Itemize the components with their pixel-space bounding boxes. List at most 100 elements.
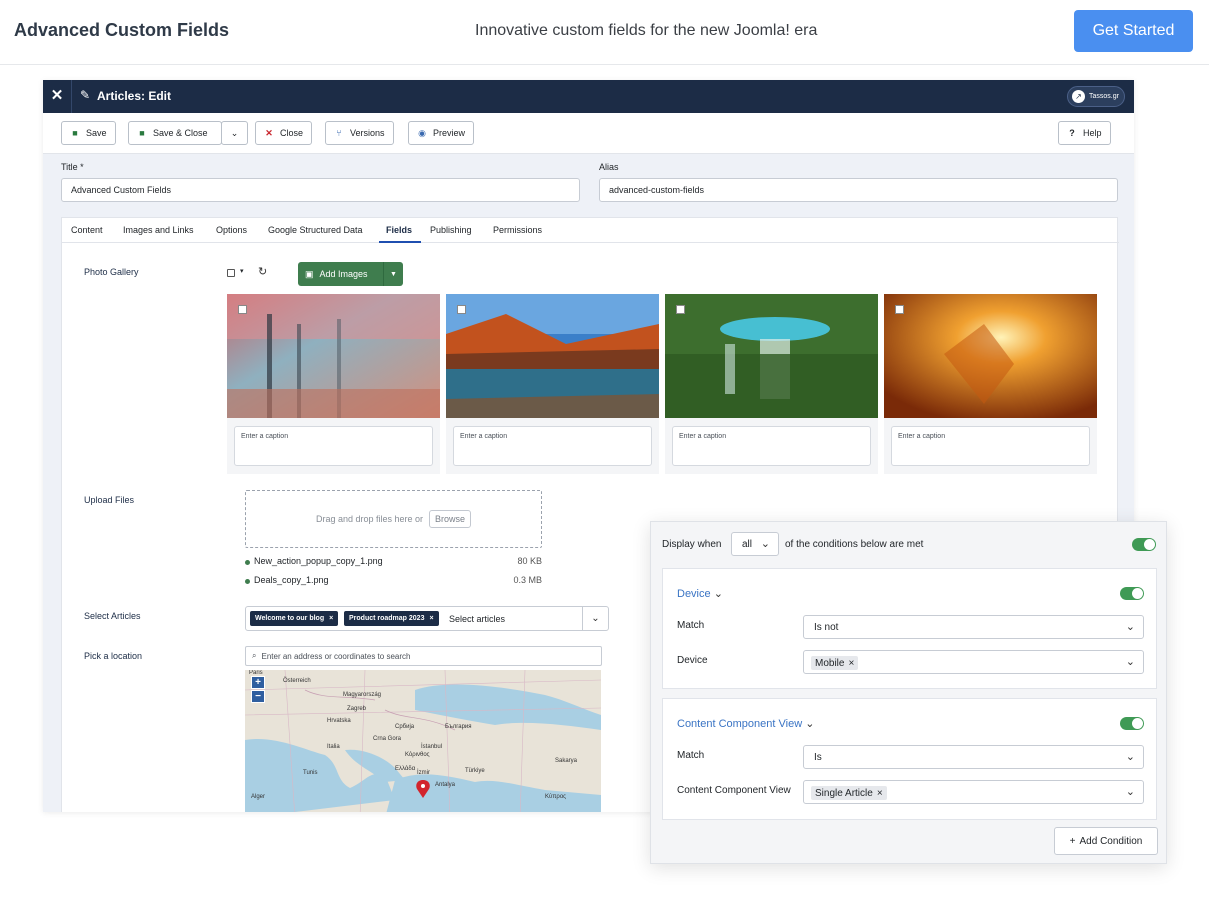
chip-label: Welcome to our blog	[255, 615, 325, 622]
help-button[interactable]: ? Help	[1058, 121, 1111, 145]
chevron-down-icon: ⌄	[805, 718, 815, 730]
chevron-down-icon: ⌄	[1125, 786, 1135, 798]
caption-input[interactable]: Enter a caption	[234, 426, 433, 466]
tag-label: Mobile	[815, 657, 845, 669]
alias-input[interactable]: advanced-custom-fields	[599, 178, 1118, 202]
close-button[interactable]: ✕ Close	[255, 121, 313, 145]
chevron-down-icon: ⌄	[230, 127, 239, 138]
item-checkbox[interactable]	[676, 305, 685, 314]
item-checkbox[interactable]	[895, 305, 904, 314]
map-label: Magyarország	[343, 692, 381, 698]
save-dropdown-button[interactable]: ⌄	[221, 121, 248, 145]
map-label: Κόρινθος	[405, 751, 430, 758]
title-input[interactable]: Advanced Custom Fields	[61, 178, 580, 202]
close-icon: ✕	[265, 127, 273, 138]
match-label: Match	[677, 620, 705, 631]
tab-publishing[interactable]: Publishing	[430, 225, 472, 235]
zoom-out-button[interactable]: −	[251, 690, 265, 703]
save-icon: ■	[72, 128, 78, 138]
header-divider	[71, 80, 72, 113]
select-all-checkbox[interactable]	[227, 269, 235, 277]
zoom-in-button[interactable]: +	[251, 676, 265, 689]
map-label: Crna Gora	[373, 736, 402, 742]
upload-label: Upload Files	[84, 495, 135, 505]
chevron-down-icon[interactable]: ⌄	[582, 607, 608, 630]
site-link-badge[interactable]: ↗ Tassos.gr	[1067, 86, 1125, 107]
articles-placeholder[interactable]: Select articles	[449, 614, 505, 624]
map-label: Κύπρος	[545, 794, 566, 800]
alias-label: Alias	[599, 162, 619, 172]
file-dropzone[interactable]: Drag and drop files here or Browse	[245, 490, 542, 548]
device-condition-toggle[interactable]	[1120, 587, 1144, 600]
location-map[interactable]: Paris Österreich Magyarország Zagreb Hrv…	[245, 670, 601, 812]
status-dot-icon	[245, 579, 250, 584]
match-value: Is	[814, 751, 822, 763]
browse-button[interactable]: Browse	[429, 510, 472, 528]
add-condition-button[interactable]: + Add Condition	[1054, 827, 1158, 855]
tab-permissions[interactable]: Permissions	[493, 225, 542, 235]
component-view-toggle[interactable]	[1120, 717, 1144, 730]
versions-button[interactable]: ⑂ Versions	[325, 121, 394, 145]
gallery-image[interactable]	[884, 294, 1097, 418]
gallery-image[interactable]	[227, 294, 440, 418]
active-tab-indicator	[379, 241, 421, 243]
status-dot-icon	[245, 560, 250, 565]
conditions-suffix: of the conditions below are met	[785, 539, 924, 550]
gallery-image[interactable]	[665, 294, 878, 418]
tab-structured-data[interactable]: Google Structured Data	[268, 225, 363, 235]
file-name[interactable]: New_action_popup_copy_1.png	[254, 556, 383, 566]
device-condition-title[interactable]: Device ⌄	[677, 587, 723, 600]
caret-down-icon[interactable]: ▾	[240, 267, 244, 275]
item-checkbox[interactable]	[238, 305, 247, 314]
refresh-icon[interactable]: ↻	[258, 265, 267, 278]
file-name[interactable]: Deals_copy_1.png	[254, 575, 329, 585]
location-placeholder: Enter an address or coordinates to searc…	[261, 651, 411, 661]
location-search-input[interactable]: ⌕ Enter an address or coordinates to sea…	[245, 646, 602, 666]
save-close-button[interactable]: ■ Save & Close	[128, 121, 222, 145]
device-match-select[interactable]: Is not ⌄	[803, 615, 1144, 639]
search-icon: ⌕	[252, 651, 257, 660]
remove-tag-icon[interactable]: ×	[877, 788, 883, 799]
toolbar: ■ Save ■ Save & Close ⌄ ✕ Close ⑂ Versio…	[43, 113, 1134, 154]
save-button[interactable]: ■ Save	[61, 121, 116, 145]
preview-label: Preview	[433, 128, 466, 138]
external-link-icon: ↗	[1072, 90, 1085, 103]
tab-images-links[interactable]: Images and Links	[123, 225, 194, 235]
tab-bar: Content Images and Links Options Google …	[62, 218, 1119, 243]
caption-input[interactable]: Enter a caption	[453, 426, 652, 466]
versions-label: Versions	[350, 128, 385, 138]
add-images-button[interactable]: ▣ Add Images ▼	[298, 262, 403, 286]
condition-group-component-view: Content Component View ⌄ Match Is ⌄ Cont…	[662, 698, 1157, 820]
pencil-icon: ✎	[80, 88, 91, 102]
tab-options[interactable]: Options	[216, 225, 247, 235]
joomla-logo-icon[interactable]: ✕	[49, 87, 65, 105]
gallery-image[interactable]	[446, 294, 659, 418]
device-value-select[interactable]: Mobile × ⌄	[803, 650, 1144, 674]
tagline: Innovative custom fields for the new Joo…	[475, 22, 818, 39]
remove-chip-icon[interactable]: ×	[329, 615, 333, 622]
caption-input[interactable]: Enter a caption	[891, 426, 1090, 466]
image-icon: ▣	[305, 268, 314, 279]
match-all-select[interactable]: all ⌄	[731, 532, 779, 556]
preview-button[interactable]: ◉ Preview	[408, 121, 475, 145]
tab-content[interactable]: Content	[71, 225, 103, 235]
remove-tag-icon[interactable]: ×	[848, 658, 854, 669]
enable-conditions-toggle[interactable]	[1132, 538, 1156, 551]
articles-label: Select Articles	[84, 611, 141, 621]
brand-title[interactable]: Advanced Custom Fields	[14, 20, 229, 41]
file-size: 0.3 MB	[513, 575, 542, 585]
add-images-dropdown-icon[interactable]: ▼	[383, 262, 403, 286]
remove-chip-icon[interactable]: ×	[429, 615, 433, 622]
get-started-button[interactable]: Get Started	[1074, 10, 1193, 52]
item-checkbox[interactable]	[457, 305, 466, 314]
save-close-label: Save & Close	[153, 128, 208, 138]
articles-select[interactable]: Welcome to our blog × Product roadmap 20…	[245, 606, 609, 631]
add-images-label: Add Images	[319, 269, 368, 279]
component-view-value-select[interactable]: Single Article × ⌄	[803, 780, 1144, 804]
caption-input[interactable]: Enter a caption	[672, 426, 871, 466]
eye-icon: ◉	[418, 127, 426, 138]
component-view-condition-title[interactable]: Content Component View ⌄	[677, 717, 814, 730]
component-view-match-select[interactable]: Is ⌄	[803, 745, 1144, 769]
gallery-item: Enter a caption	[446, 294, 659, 474]
tab-fields[interactable]: Fields	[386, 225, 412, 235]
